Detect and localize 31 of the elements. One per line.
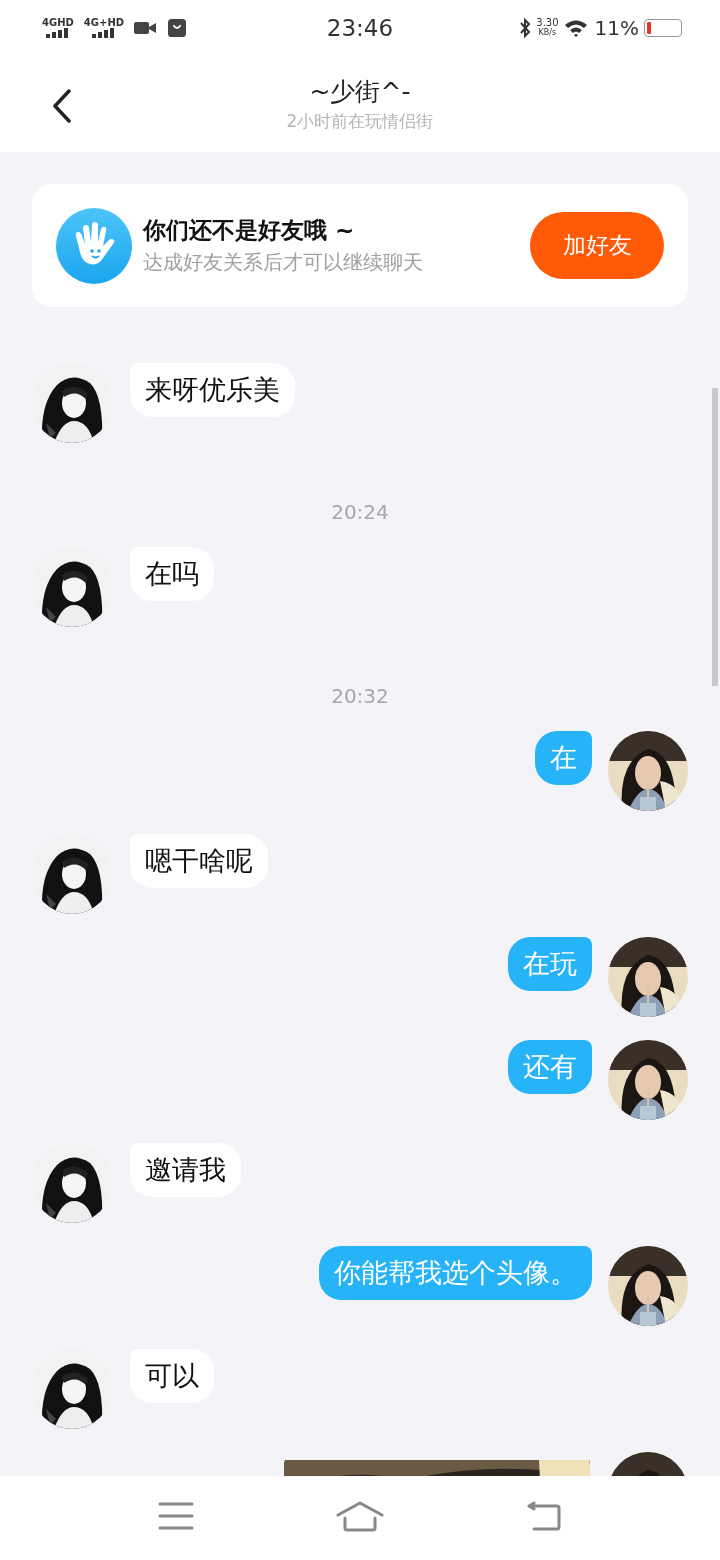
message-bubble: 还有 [508, 1040, 592, 1094]
message-bubble: 邀请我 [130, 1143, 241, 1197]
message-bubble: 在 [535, 731, 592, 785]
banner-text: 达成好友关系后才可以继续聊天 [143, 249, 424, 276]
add-friend-button[interactable]: 加好友 [530, 212, 664, 279]
signal-icon [91, 28, 116, 38]
back-icon[interactable] [526, 1501, 562, 1531]
home-icon[interactable] [336, 1500, 384, 1532]
menu-icon[interactable] [158, 1501, 194, 1531]
battery-icon [644, 18, 682, 37]
waving-hand-icon [56, 207, 132, 284]
message-time: 20:24 [331, 500, 389, 524]
message-time: 20:32 [331, 684, 389, 708]
bluetooth-icon [519, 17, 532, 38]
message-bubble: 来呀优乐美 [130, 363, 295, 417]
signal-icon [45, 28, 70, 38]
network-label: 4G+HD [83, 17, 125, 28]
bag-icon [166, 18, 189, 37]
message-bubble: 嗯干啥呢 [130, 834, 268, 888]
banner-title: 你们还不是好友哦 ~ [143, 216, 356, 245]
message-bubble: 可以 [130, 1349, 214, 1403]
chat-title: ~少街^- [309, 75, 411, 108]
battery-percent: 11% [594, 15, 639, 40]
network-speed: 3.30 [536, 17, 559, 28]
message-bubble: 在吗 [130, 547, 214, 601]
message-bubble: 你能帮我选个头像。 [319, 1246, 592, 1300]
message-bubble: 在玩 [508, 937, 592, 991]
network-label: 4GHD [42, 17, 74, 28]
speed-unit: KB/s [538, 27, 557, 38]
status-subtitle: 2小时前在玩情侣街 [286, 109, 434, 133]
clock-time: 23:46 [325, 14, 395, 41]
